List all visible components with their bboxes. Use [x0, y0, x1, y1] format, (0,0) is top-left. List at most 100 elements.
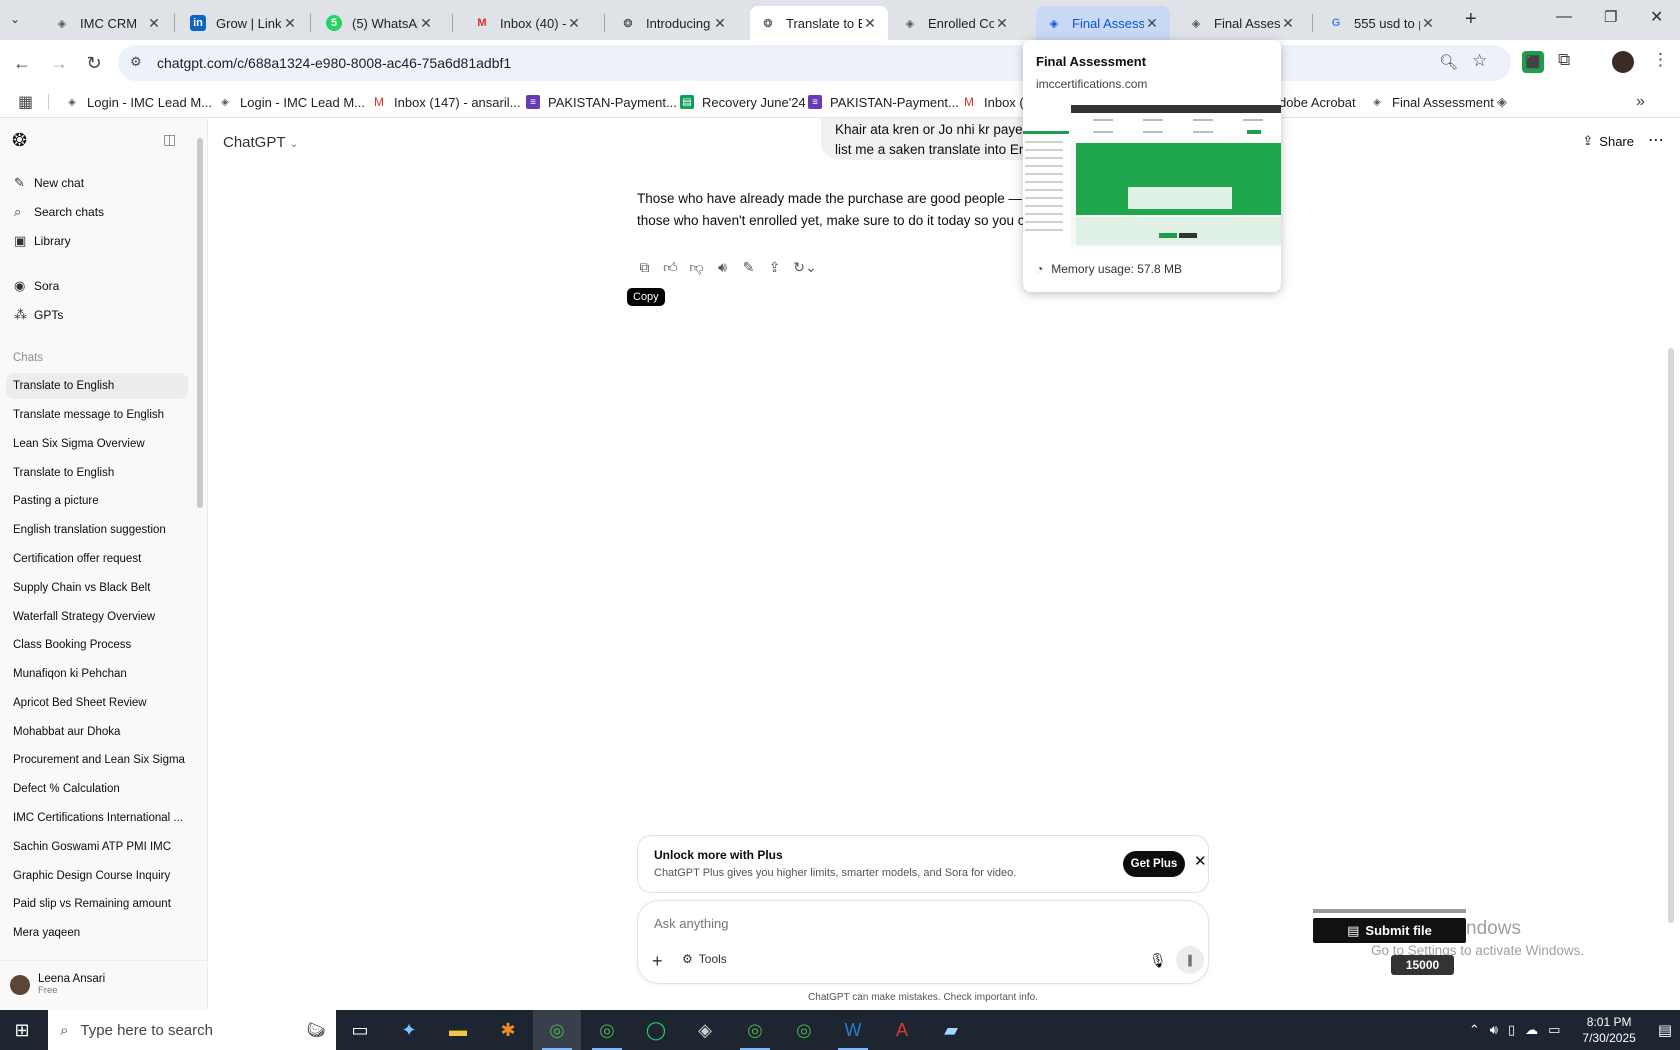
address-bar[interactable]: ⚙ chatgpt.com/c/688a1324-e980-8008-ac46-…	[118, 45, 1511, 81]
tab-final-assessment[interactable]: ◈ Final Assessm ✕	[1178, 6, 1306, 40]
sidebar-scrollbar[interactable]	[197, 138, 203, 508]
close-icon[interactable]: ✕	[1420, 15, 1436, 32]
close-icon[interactable]: ✕	[1280, 15, 1296, 32]
share-button[interactable]: ⇪ Share	[1582, 133, 1634, 149]
device-icon[interactable]: ▯	[1508, 1022, 1515, 1038]
chat-item[interactable]: English translation suggestion	[6, 517, 188, 543]
bookmark-item[interactable]: dobe Acrobat	[1279, 92, 1356, 112]
chat-item[interactable]: Translate message to English	[6, 402, 188, 428]
app-icon[interactable]: ◈	[681, 1010, 729, 1050]
profile-avatar[interactable]	[1612, 51, 1634, 73]
chat-item[interactable]: Class Booking Process	[6, 632, 188, 658]
close-icon[interactable]: ✕	[146, 15, 162, 32]
more-bookmarks-icon[interactable]: »	[1636, 92, 1645, 112]
imc-icon[interactable]: ◈	[1497, 92, 1507, 112]
chat-item[interactable]: Mera yaqeen	[6, 920, 188, 946]
app-icon[interactable]: ▰	[927, 1010, 975, 1050]
restore-button[interactable]: ❐	[1604, 8, 1617, 26]
chat-item[interactable]: Translate to English	[6, 460, 188, 486]
site-info-icon[interactable]: ⚙	[130, 54, 142, 70]
library-button[interactable]: ▣ Library	[6, 228, 188, 254]
thumbs-up-icon[interactable]: 👍︎	[662, 259, 679, 276]
extensions-puzzle-icon[interactable]: ⧉	[1558, 50, 1570, 70]
read-aloud-icon[interactable]: 🔊︎	[714, 259, 731, 276]
gpts-button[interactable]: ⁂ GPTs	[6, 302, 188, 328]
chat-item[interactable]: Defect % Calculation	[6, 776, 188, 802]
new-tab-button[interactable]: +	[1465, 8, 1477, 31]
chat-item[interactable]: Munafiqon ki Pehchan	[6, 661, 188, 687]
new-chat-button[interactable]: ✎ New chat	[6, 170, 188, 196]
tab-introducing[interactable]: ❂ Introducing C ✕	[610, 6, 738, 40]
tab-search-chevron-icon[interactable]: ⌄	[10, 12, 20, 26]
main-scrollbar[interactable]	[1668, 348, 1674, 923]
close-icon[interactable]: ✕	[566, 15, 582, 32]
bookmark-star-icon[interactable]: ☆	[1472, 51, 1487, 71]
task-view-icon[interactable]: ▭	[336, 1010, 384, 1050]
close-icon[interactable]: ✕	[712, 15, 728, 32]
bookmark-item[interactable]: ≡ PAKISTAN-Payment...	[808, 92, 959, 112]
bookmark-item[interactable]: ≡ PAKISTAN-Payment...	[526, 92, 677, 112]
search-chats-button[interactable]: ⌕ Search chats	[6, 199, 188, 225]
chevron-up-icon[interactable]: ⌃	[1469, 1022, 1480, 1038]
chat-item[interactable]: Apricot Bed Sheet Review	[6, 690, 188, 716]
chat-item[interactable]: Supply Chain vs Black Belt	[6, 575, 188, 601]
chat-item[interactable]: Pasting a picture	[6, 488, 188, 514]
network-icon[interactable]: ▭	[1548, 1022, 1560, 1038]
user-profile[interactable]: Leena Ansari Free	[10, 973, 105, 996]
close-icon[interactable]: ✕	[1194, 852, 1207, 870]
edit-icon[interactable]: ✎	[740, 259, 757, 276]
forward-button[interactable]: →	[44, 48, 74, 78]
message-input[interactable]	[654, 916, 1134, 931]
close-sidebar-icon[interactable]: ◫	[163, 131, 176, 148]
cloud-icon[interactable]: ☁	[1525, 1022, 1538, 1038]
close-icon[interactable]: ✕	[1144, 15, 1160, 32]
bookmark-item[interactable]: ◈ Login - IMC Lead M...	[218, 92, 365, 112]
chat-item[interactable]: Certification offer request	[6, 546, 188, 572]
chat-item[interactable]: IMC Certifications International ...	[6, 805, 188, 831]
whatsapp-icon[interactable]: ◯	[632, 1010, 680, 1050]
tab-gmail-inbox[interactable]: M Inbox (40) - l ✕	[464, 6, 592, 40]
copilot-icon[interactable]: ✦	[385, 1010, 433, 1050]
close-icon[interactable]: ✕	[862, 15, 878, 32]
chrome-icon[interactable]: ◎	[731, 1010, 779, 1050]
reload-button[interactable]: ↻	[79, 48, 109, 78]
close-icon[interactable]: ✕	[418, 15, 434, 32]
more-options-icon[interactable]: ⋯	[1648, 130, 1664, 150]
attach-plus-icon[interactable]: +	[652, 951, 663, 972]
browser-menu-icon[interactable]: ⋮	[1652, 50, 1669, 70]
file-explorer-icon[interactable]: ▬	[434, 1010, 482, 1050]
chat-item[interactable]: Procurement and Lean Six Sigma	[6, 747, 188, 773]
tab-translate-active[interactable]: ❂ Translate to E ✕	[750, 6, 888, 40]
submit-file-button[interactable]: ▤ Submit file	[1313, 918, 1466, 943]
model-selector[interactable]: ChatGPT ⌄	[223, 134, 299, 151]
chat-item[interactable]: Lean Six Sigma Overview	[6, 431, 188, 457]
sora-button[interactable]: ◉ Sora	[6, 273, 188, 299]
tab-whatsapp[interactable]: 5 (5) WhatsApp ✕	[316, 6, 444, 40]
chat-item[interactable]: Paid slip vs Remaining amount	[6, 891, 188, 917]
copy-icon[interactable]: ⧉	[636, 259, 653, 276]
chat-item[interactable]: Sachin Goswami ATP PMI IMC	[6, 834, 188, 860]
thumbs-down-icon[interactable]: 👎︎	[688, 259, 705, 276]
close-icon[interactable]: ✕	[282, 15, 298, 32]
tab-final-assessment-hover[interactable]: ◈ Final Assessm ✕	[1036, 6, 1170, 40]
close-icon[interactable]: ✕	[994, 15, 1010, 32]
extension-green-icon[interactable]: ⬛	[1522, 51, 1544, 73]
tab-enrolled-courses[interactable]: ◈ Enrolled Cour ✕	[892, 6, 1020, 40]
bookmark-item[interactable]: M Inbox (147) - ansaril...	[372, 92, 520, 112]
windows-start-icon[interactable]: ⊞	[8, 1018, 36, 1042]
minimize-button[interactable]: —	[1556, 8, 1572, 26]
volume-icon[interactable]: 🔊︎	[1490, 1022, 1498, 1038]
share-icon[interactable]: ⇪	[766, 259, 783, 276]
chat-item[interactable]: Mohabbat aur Dhoka	[6, 719, 188, 745]
acrobat-icon[interactable]: A	[878, 1010, 926, 1050]
word-icon[interactable]: W	[829, 1010, 877, 1050]
zoom-icon[interactable]: 🔍︎	[1439, 53, 1458, 71]
get-plus-button[interactable]: Get Plus	[1123, 851, 1185, 877]
chat-item[interactable]: Graphic Design Course Inquiry	[6, 863, 188, 889]
openai-logo-icon[interactable]: ❂	[12, 130, 27, 151]
voice-mode-button[interactable]: ∥	[1176, 946, 1204, 974]
clock[interactable]: 8:01 PM 7/30/2025	[1582, 1014, 1635, 1046]
back-button[interactable]: ←	[7, 48, 37, 78]
chat-item[interactable]: Waterfall Strategy Overview	[6, 604, 188, 630]
tab-linkedin[interactable]: in Grow | LinkedIn ✕	[180, 6, 308, 40]
